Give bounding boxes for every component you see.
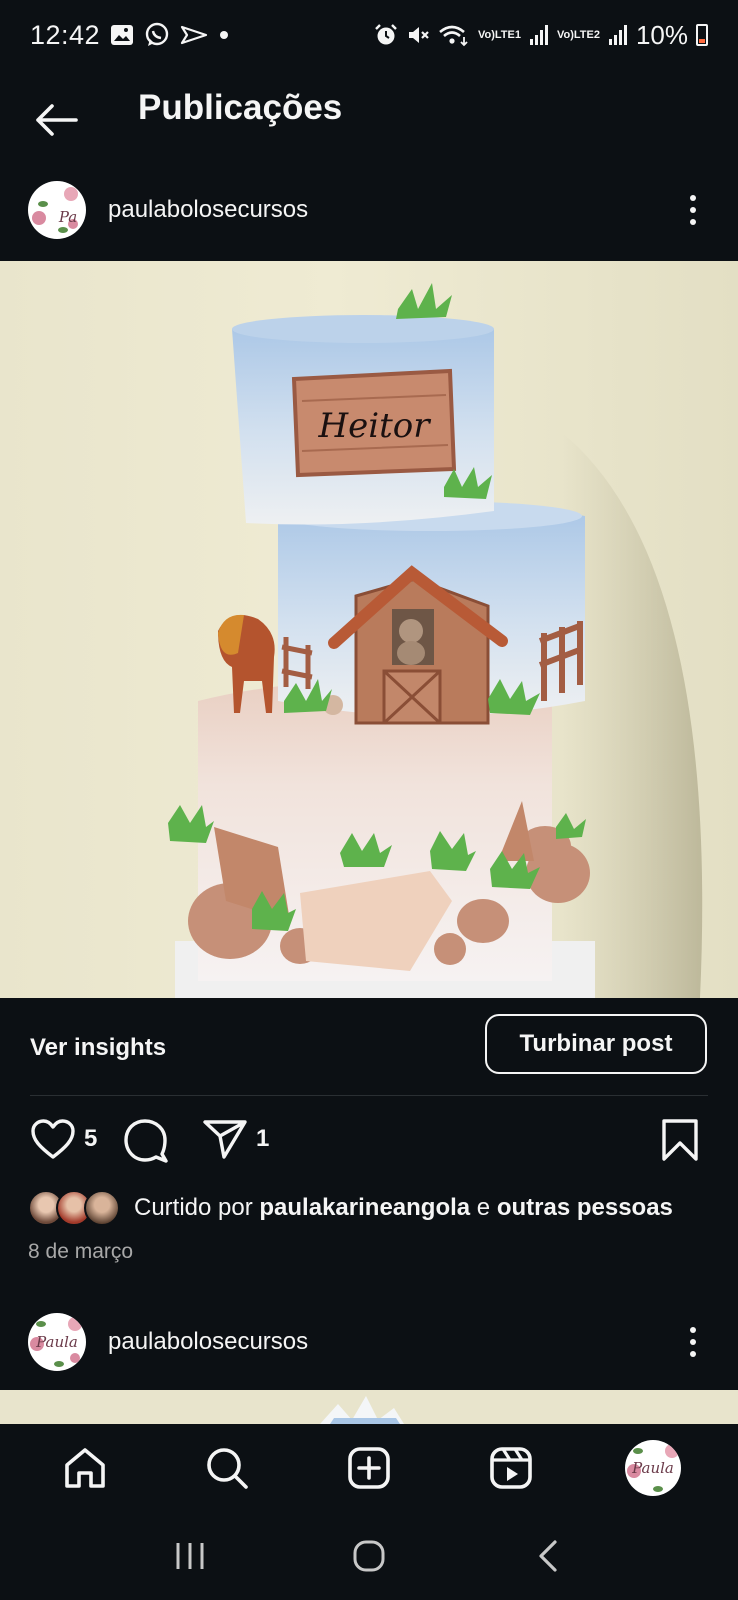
- bottom-nav: Paula: [0, 1424, 738, 1512]
- nav-profile[interactable]: Paula: [613, 1433, 693, 1503]
- share-icon: [203, 1120, 247, 1159]
- notification-dot-icon: [218, 29, 230, 41]
- signal-icon: [608, 24, 628, 46]
- liked-by-others-link[interactable]: outras pessoas: [497, 1194, 673, 1221]
- create-icon: [348, 1447, 390, 1489]
- search-icon: [207, 1448, 248, 1489]
- recents-button[interactable]: [150, 1526, 230, 1586]
- nav-home[interactable]: [45, 1433, 125, 1503]
- save-button[interactable]: [660, 1118, 700, 1162]
- divider: [30, 1095, 708, 1096]
- wifi-icon: [438, 23, 470, 47]
- boost-post-button[interactable]: Turbinar post: [485, 1014, 707, 1074]
- more-vertical-icon: [690, 195, 696, 201]
- comment-button[interactable]: [122, 1118, 170, 1164]
- post-photo-2[interactable]: [0, 1390, 738, 1424]
- volte-lte1-indicator: Vo) LTE1: [477, 28, 521, 41]
- share-button[interactable]: 1: [202, 1118, 269, 1160]
- avatar[interactable]: Paula: [28, 1313, 86, 1371]
- like-button[interactable]: 5: [30, 1118, 97, 1160]
- home-icon: [65, 1448, 105, 1488]
- alarm-icon: [374, 23, 398, 47]
- nav-create[interactable]: [329, 1433, 409, 1503]
- like-count: 5: [84, 1125, 98, 1152]
- share-count: 1: [256, 1125, 270, 1152]
- liked-by-user-link[interactable]: paulakarineangola: [259, 1194, 470, 1221]
- post-actions: 5 1: [0, 1110, 738, 1170]
- liker-avatars: [28, 1190, 120, 1226]
- post-date: 8 de março: [28, 1240, 134, 1263]
- arrow-left-icon: [36, 104, 78, 136]
- heart-icon: [31, 1119, 75, 1159]
- page-title: Publicações: [138, 88, 343, 127]
- battery-percent: 10%: [635, 19, 688, 50]
- gallery-icon: [110, 24, 134, 46]
- home-system-button[interactable]: [329, 1526, 409, 1586]
- post-options-button[interactable]: [678, 1322, 708, 1362]
- signal-icon: [529, 24, 549, 46]
- cake-name-text: Heitor: [317, 406, 431, 446]
- more-vertical-icon: [690, 1327, 696, 1333]
- avatar[interactable]: Pa: [28, 181, 86, 239]
- mute-icon: [406, 23, 430, 47]
- nav-search[interactable]: [187, 1433, 267, 1503]
- nav-reels[interactable]: [471, 1433, 551, 1503]
- post-photo[interactable]: Heitor: [0, 261, 738, 998]
- liked-by-text: Curtido por paulakarineangola e outras p…: [134, 1194, 673, 1221]
- next-post-image: [320, 1396, 404, 1424]
- cake-image: Heitor: [168, 283, 703, 998]
- profile-avatar: Paula: [625, 1440, 681, 1496]
- top-header: Publicações: [0, 70, 738, 170]
- post-username[interactable]: paulabolosecursos: [108, 1328, 308, 1356]
- home-circle-icon: [353, 1540, 385, 1572]
- system-back-button[interactable]: [508, 1526, 588, 1586]
- view-insights-link[interactable]: Ver insights: [30, 1034, 166, 1062]
- status-time: 12:42: [30, 19, 101, 50]
- back-chevron-icon: [539, 1540, 557, 1572]
- liked-by-row[interactable]: Curtido por paulakarineangola e outras p…: [28, 1188, 673, 1228]
- battery-icon: [696, 24, 708, 46]
- reels-icon: [490, 1447, 532, 1489]
- whatsapp-icon: [144, 22, 170, 48]
- status-bar: 12:42 Vo) LTE1 Vo) LTE2 10%: [0, 0, 738, 70]
- post-username[interactable]: paulabolosecursos: [108, 196, 308, 224]
- recents-icon: [176, 1543, 204, 1569]
- volte-lte2-indicator: Vo) LTE2: [556, 28, 600, 41]
- insights-row: Ver insights Turbinar post: [0, 998, 738, 1098]
- send-icon: [180, 24, 208, 46]
- post-options-button[interactable]: [678, 190, 708, 230]
- avatar: [84, 1190, 120, 1226]
- post-header-2: Paula paulabolosecursos: [0, 1300, 738, 1384]
- comment-icon: [124, 1119, 168, 1163]
- system-nav-bar: [0, 1512, 738, 1600]
- back-button[interactable]: [28, 92, 84, 148]
- bookmark-icon: [662, 1119, 698, 1161]
- post-header: Pa paulabolosecursos: [0, 168, 738, 252]
